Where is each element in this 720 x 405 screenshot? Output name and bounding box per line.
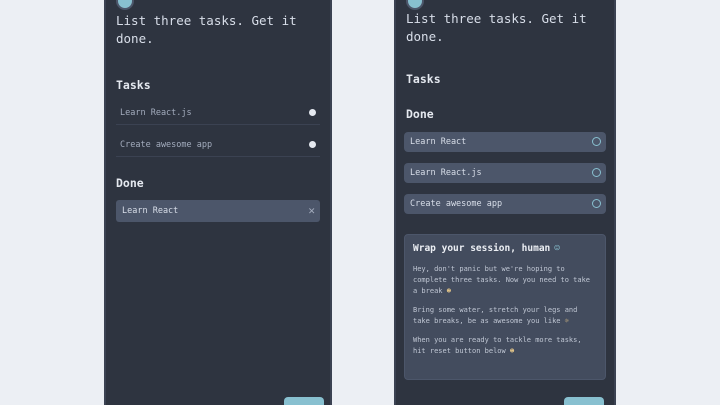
done-item-label: Create awesome app	[410, 199, 503, 209]
avatar	[406, 0, 424, 10]
tasks-section-label: Tasks	[116, 78, 151, 92]
page-heading: List three tasks. Get it done.	[406, 11, 587, 44]
card-paragraph: Hey, don't panic but we're hoping to com…	[413, 265, 591, 295]
tasks-section-label: Tasks	[406, 72, 441, 86]
done-item[interactable]: Create awesome app	[404, 194, 606, 214]
task-item-label: Learn React.js	[120, 108, 192, 118]
done-item-label: Learn React	[122, 206, 179, 216]
task-item-label: Create awesome app	[120, 140, 213, 150]
task-item[interactable]: Learn React.js	[116, 102, 320, 125]
card-paragraph: Bring some water, stretch your legs and …	[413, 306, 578, 325]
smile-emoji-icon: ☻	[509, 347, 515, 355]
task-item[interactable]: Create awesome app	[116, 134, 320, 157]
action-button[interactable]	[284, 397, 324, 405]
card-title: Wrap your session, human ☺	[413, 243, 561, 254]
done-item-label: Learn React.js	[410, 168, 482, 178]
done-item[interactable]: Learn React	[404, 132, 606, 152]
done-section-label: Done	[406, 107, 434, 121]
smile-emoji-icon: ☻	[446, 287, 451, 295]
phone-screen-right: List three tasks. Get it done. Tasks Don…	[394, 0, 616, 405]
phone-screen-left: List three tasks. Get it done. Tasks Lea…	[104, 0, 332, 405]
page-heading: List three tasks. Get it done.	[116, 13, 297, 46]
wave-icon: ☺	[554, 243, 561, 254]
sun-emoji-icon: ☼	[564, 317, 569, 325]
card-paragraph: When you are ready to tackle more tasks,…	[413, 336, 582, 355]
task-complete-dot-icon[interactable]	[309, 109, 316, 116]
close-icon[interactable]: ✕	[308, 200, 315, 222]
done-section-label: Done	[116, 176, 144, 190]
done-item[interactable]: Learn React.js	[404, 163, 606, 183]
reset-button[interactable]	[564, 397, 604, 405]
done-item-label: Learn React	[410, 137, 467, 147]
session-complete-card: Wrap your session, human ☺ Hey, don't pan…	[404, 234, 606, 380]
task-complete-dot-icon[interactable]	[309, 141, 316, 148]
check-icon[interactable]	[592, 137, 601, 146]
check-icon[interactable]	[592, 199, 601, 208]
avatar	[116, 0, 134, 10]
check-icon[interactable]	[592, 168, 601, 177]
done-item[interactable]: Learn React ✕	[116, 200, 320, 222]
